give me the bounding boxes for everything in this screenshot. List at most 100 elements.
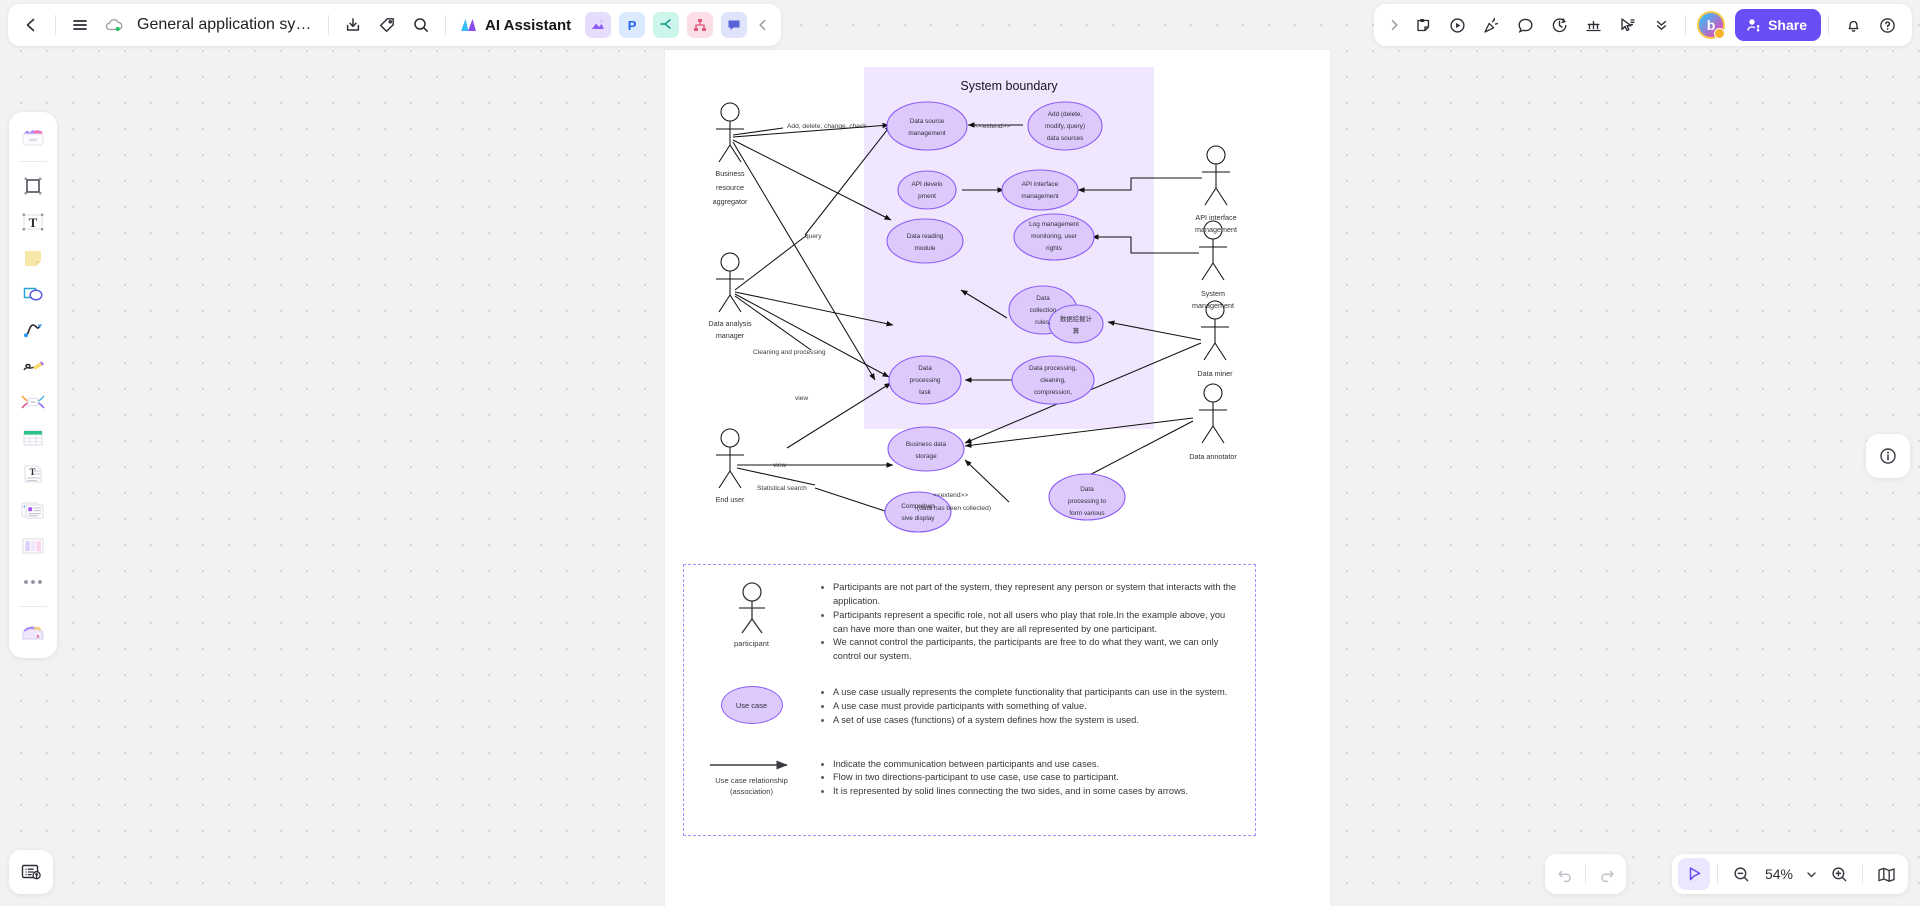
cloud-saved-icon — [97, 8, 131, 42]
app-chip-image-icon[interactable] — [585, 12, 612, 38]
svg-text:management: management — [908, 130, 946, 137]
chevron-down-icon — [1806, 871, 1816, 877]
zoom-in-button[interactable] — [1823, 858, 1855, 890]
svg-text:rights: rights — [1046, 245, 1062, 252]
zoom-in-icon — [1831, 866, 1846, 881]
list-item: A use case must provide participants wit… — [833, 700, 1227, 714]
svg-text:monitoring, user: monitoring, user — [1031, 233, 1078, 240]
app-chip-mindmap-icon[interactable] — [653, 12, 680, 38]
divider — [19, 161, 47, 162]
vote-chart-icon[interactable] — [1576, 8, 1610, 42]
divider — [19, 606, 47, 607]
app-chip-comment-icon[interactable] — [721, 12, 748, 38]
tool-pen-draw-icon[interactable] — [14, 349, 52, 383]
app-chip-presentation-icon[interactable]: P — [619, 12, 646, 38]
share-button[interactable]: Share — [1735, 9, 1821, 41]
tool-text-icon[interactable]: T — [14, 205, 52, 239]
zoom-level-label[interactable]: 54% — [1759, 866, 1799, 882]
uc-data-mining-computation — [1048, 304, 1104, 344]
info-button[interactable] — [1866, 434, 1910, 478]
collapse-chevron-left-icon[interactable] — [751, 8, 775, 42]
tool-frame-icon[interactable] — [14, 169, 52, 203]
divider — [1685, 15, 1687, 35]
divider — [1585, 864, 1586, 884]
list-item: We cannot control the participants, the … — [833, 636, 1237, 664]
svg-text:算: 算 — [1073, 326, 1080, 335]
tool-shapes-icon[interactable] — [14, 277, 52, 311]
more-chevrons-down-icon[interactable] — [1644, 8, 1678, 42]
more-dots-icon[interactable] — [14, 565, 52, 599]
expand-chevron-right-icon[interactable] — [1382, 8, 1406, 42]
zoom-out-button[interactable] — [1725, 858, 1757, 890]
tool-sticky-note-icon[interactable] — [14, 241, 52, 275]
svg-text:b: b — [36, 634, 39, 640]
export-download-icon[interactable] — [336, 8, 370, 42]
actor-label-api-interface-management: API interface — [1195, 213, 1236, 222]
tool-mindmap-icon[interactable] — [14, 385, 52, 419]
ai-assistant-label: AI Assistant — [485, 16, 572, 34]
divider — [1828, 15, 1829, 35]
use-case-ellipse-label: Use case — [735, 700, 768, 710]
ai-assistant-button[interactable]: AI Assistant — [453, 15, 581, 35]
app-chip-flowchart-icon[interactable] — [687, 12, 714, 38]
svg-text:aggregator: aggregator — [713, 197, 748, 206]
svg-text:数据挖掘计: 数据挖掘计 — [1060, 314, 1093, 323]
search-icon[interactable] — [404, 8, 438, 42]
tool-kanban-board-icon[interactable] — [14, 529, 52, 563]
list-item: Participants are not part of the system,… — [833, 581, 1237, 609]
presentation-notes-icon — [21, 864, 41, 880]
cursor-presence-icon[interactable] — [1610, 8, 1644, 42]
tool-connector-curve-icon[interactable] — [14, 313, 52, 347]
document-title[interactable]: General application syst... — [131, 16, 321, 34]
menu-hamburger-icon[interactable] — [63, 8, 97, 42]
select-cursor-button[interactable] — [1678, 858, 1710, 890]
svg-text:Data source: Data source — [910, 118, 945, 125]
select-cursor-icon — [1689, 866, 1700, 880]
uc-data-source-management — [886, 101, 968, 151]
svg-text:storage: storage — [915, 453, 937, 460]
toolbar-left: General application syst... AI Assistant… — [8, 4, 782, 46]
help-question-icon[interactable] — [1870, 8, 1904, 42]
tool-resource-library-icon[interactable]: b — [14, 614, 52, 648]
tool-card-stack-icon[interactable] — [14, 493, 52, 527]
svg-text:module: module — [915, 245, 936, 252]
avatar[interactable]: b — [1697, 11, 1726, 39]
tag-icon[interactable] — [370, 8, 404, 42]
redo-button[interactable] — [1590, 858, 1622, 890]
undo-button[interactable] — [1549, 858, 1581, 890]
legend-row-participant: participant Participants are not part of… — [684, 565, 1255, 672]
edge-label-view-1: view — [795, 395, 808, 402]
tool-document-icon[interactable]: T — [14, 457, 52, 491]
minimap-button[interactable] — [1870, 858, 1902, 890]
divider — [445, 15, 446, 35]
svg-text:Add (delete,: Add (delete, — [1048, 111, 1083, 118]
document-page[interactable]: System boundary Business resource aggreg… — [665, 50, 1330, 906]
svg-text:Data reading: Data reading — [907, 233, 944, 240]
notifications-bell-icon[interactable] — [1836, 8, 1870, 42]
svg-text:T: T — [29, 215, 38, 230]
system-boundary-title: System boundary — [960, 79, 1058, 93]
svg-text:manager: manager — [716, 331, 745, 340]
timer-icon[interactable] — [1542, 8, 1576, 42]
tool-table-icon[interactable] — [14, 421, 52, 455]
svg-text:Log management: Log management — [1029, 221, 1079, 228]
presentation-notes-button[interactable] — [9, 850, 53, 894]
tool-templates-icon[interactable] — [14, 120, 52, 154]
svg-text:Business data: Business data — [906, 441, 947, 448]
zoom-dropdown-button[interactable] — [1801, 858, 1821, 890]
comment-bubble-icon[interactable] — [1508, 8, 1542, 42]
svg-text:sive display: sive display — [901, 515, 935, 522]
edge-label-statistical-search: Statistical search — [757, 485, 807, 492]
info-icon — [1880, 448, 1896, 464]
svg-text:rules,: rules, — [1035, 319, 1051, 326]
zoom-controls: 54% — [1672, 854, 1908, 894]
play-record-icon[interactable] — [1440, 8, 1474, 42]
back-arrow-icon[interactable] — [14, 8, 48, 42]
toolbar-right: b Share — [1374, 4, 1912, 46]
uc-api-development — [897, 170, 957, 210]
svg-text:management: management — [1195, 225, 1237, 234]
sticker-icon[interactable] — [1406, 8, 1440, 42]
edge-label-cleaning-and-processing: Cleaning and processing — [753, 349, 826, 356]
celebrate-confetti-icon[interactable] — [1474, 8, 1508, 42]
legend-box[interactable]: participant Participants are not part of… — [683, 564, 1256, 836]
